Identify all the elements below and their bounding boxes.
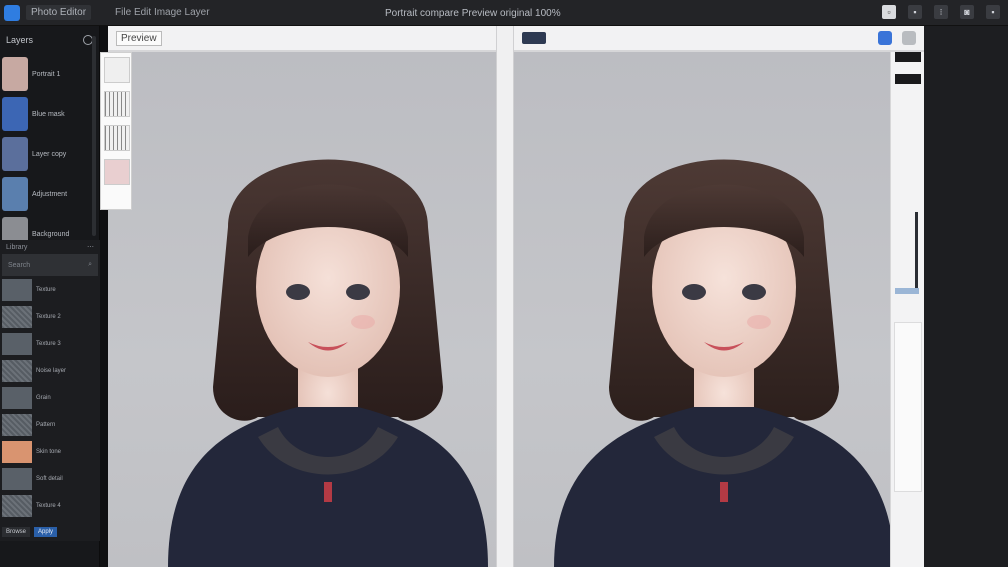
- library-item[interactable]: Pattern: [0, 411, 100, 438]
- library-list: Texture Texture 2 Texture 3 Noise layer Grai…: [0, 276, 100, 519]
- layer-thumbnail: [2, 97, 28, 131]
- library-item-label: Skin tone: [36, 448, 62, 455]
- library-footer: Browse Apply: [2, 527, 58, 537]
- library-thumbnail: [2, 359, 32, 382]
- preview-window-left: Preview: [100, 26, 496, 567]
- settings-icon[interactable]: ⁝: [934, 5, 948, 19]
- left-canvas[interactable]: [108, 52, 496, 567]
- library-item[interactable]: Texture: [0, 276, 100, 303]
- library-header: Library ⋯: [0, 240, 100, 254]
- library-item[interactable]: Soft detail: [0, 465, 100, 492]
- slider-value-chip: [895, 288, 919, 294]
- right-dock: [924, 26, 1008, 567]
- thumbnail-strip: [100, 52, 132, 210]
- library-thumbnail: [2, 440, 32, 463]
- right-window-tag[interactable]: [522, 32, 546, 44]
- library-item-label: Soft detail: [36, 475, 63, 482]
- top-bar: Photo Editor File Edit Image Layer Portr…: [0, 0, 1008, 26]
- library-thumbnail: [2, 467, 32, 490]
- layers-scrollbar[interactable]: [92, 36, 96, 236]
- layer-item[interactable]: Layer copy: [0, 134, 99, 174]
- library-item-label: Texture 4: [36, 502, 61, 509]
- library-item-label: Noise layer: [36, 367, 67, 374]
- library-thumbnail: [2, 386, 32, 409]
- layer-thumbnail: [2, 177, 28, 211]
- library-item[interactable]: Texture 2: [0, 303, 100, 330]
- app-name[interactable]: Photo Editor: [26, 5, 92, 20]
- thumbnail-4[interactable]: [104, 159, 130, 185]
- document-title: Portrait compare Preview original 100%: [385, 8, 561, 19]
- properties-swatch-1[interactable]: [895, 52, 921, 62]
- layer-label: Background: [32, 230, 70, 238]
- library-item-label: Texture: [36, 286, 56, 293]
- thumbnail-1[interactable]: [104, 57, 130, 83]
- layer-label: Layer copy: [32, 150, 67, 158]
- app-root: Photo Editor File Edit Image Layer Portr…: [0, 0, 1008, 567]
- preview-window-right: [514, 26, 924, 567]
- sync-icon[interactable]: [878, 31, 892, 45]
- left-window-title[interactable]: Preview: [116, 30, 162, 46]
- library-item-label: Grain: [36, 394, 51, 401]
- layer-label: Adjustment: [32, 190, 68, 198]
- close-icon[interactable]: ▪: [986, 5, 1000, 19]
- minimize-icon[interactable]: ▪: [908, 5, 922, 19]
- right-properties-panel: [890, 52, 924, 567]
- library-item[interactable]: Noise layer: [0, 357, 100, 384]
- library-title: Library: [6, 243, 28, 251]
- layer-thumbnail: [2, 137, 28, 171]
- library-item-label: Texture 2: [36, 313, 61, 320]
- window-icon[interactable]: ▫: [882, 5, 896, 19]
- library-item-label: Pattern: [36, 421, 56, 428]
- library-search-label: Search: [8, 261, 31, 269]
- library-item[interactable]: Grain: [0, 384, 100, 411]
- library-thumbnail: [2, 305, 32, 328]
- camera-icon[interactable]: ◙: [960, 5, 974, 19]
- layer-item[interactable]: Portrait 1: [0, 54, 99, 94]
- search-icon: ⌕: [88, 261, 92, 268]
- library-panel: Library ⋯ Search ⌕ Texture Texture 2 Textu…: [0, 240, 100, 541]
- properties-swatch-2[interactable]: [895, 74, 921, 84]
- browse-button[interactable]: Browse: [2, 527, 31, 537]
- app-logo-icon[interactable]: [4, 4, 20, 21]
- layers-title: Layers: [6, 35, 34, 45]
- right-window-titlebar: [514, 26, 924, 52]
- layer-thumbnail: [2, 57, 28, 91]
- layer-item[interactable]: Blue mask: [0, 94, 99, 134]
- library-thumbnail: [2, 332, 32, 355]
- layer-list: Portrait 1 Blue mask Layer copy Adjustment B…: [0, 54, 99, 254]
- library-item-label: Texture 3: [36, 340, 61, 347]
- library-item[interactable]: Skin tone: [0, 438, 100, 465]
- right-canvas[interactable]: [514, 52, 890, 567]
- thumbnail-2[interactable]: [104, 91, 130, 117]
- thumbnail-3[interactable]: [104, 125, 130, 151]
- library-menu-icon[interactable]: ⋯: [87, 243, 94, 251]
- library-thumbnail: [2, 278, 32, 301]
- options-icon[interactable]: [902, 31, 916, 45]
- portrait-image-right: [554, 159, 890, 567]
- library-search[interactable]: Search ⌕: [2, 254, 98, 276]
- opacity-slider[interactable]: [915, 212, 918, 292]
- left-window-titlebar: Preview: [108, 26, 496, 52]
- layer-label: Portrait 1: [32, 70, 61, 78]
- apply-button[interactable]: Apply: [34, 527, 58, 537]
- library-thumbnail: [2, 494, 32, 517]
- layers-header: Layers: [0, 26, 99, 54]
- top-right-controls: ▫ ▪ ⁝ ◙ ▪: [882, 5, 1000, 19]
- layer-label: Blue mask: [32, 110, 65, 118]
- top-menu[interactable]: File Edit Image Layer: [115, 7, 210, 18]
- portrait-image-left: [168, 159, 488, 567]
- layer-item[interactable]: Adjustment: [0, 174, 99, 214]
- right-window-icons: [878, 31, 916, 45]
- library-item[interactable]: Texture 3: [0, 330, 100, 357]
- library-thumbnail: [2, 413, 32, 436]
- properties-list[interactable]: [894, 322, 922, 492]
- library-item[interactable]: Texture 4: [0, 492, 100, 519]
- split-divider[interactable]: [496, 26, 514, 567]
